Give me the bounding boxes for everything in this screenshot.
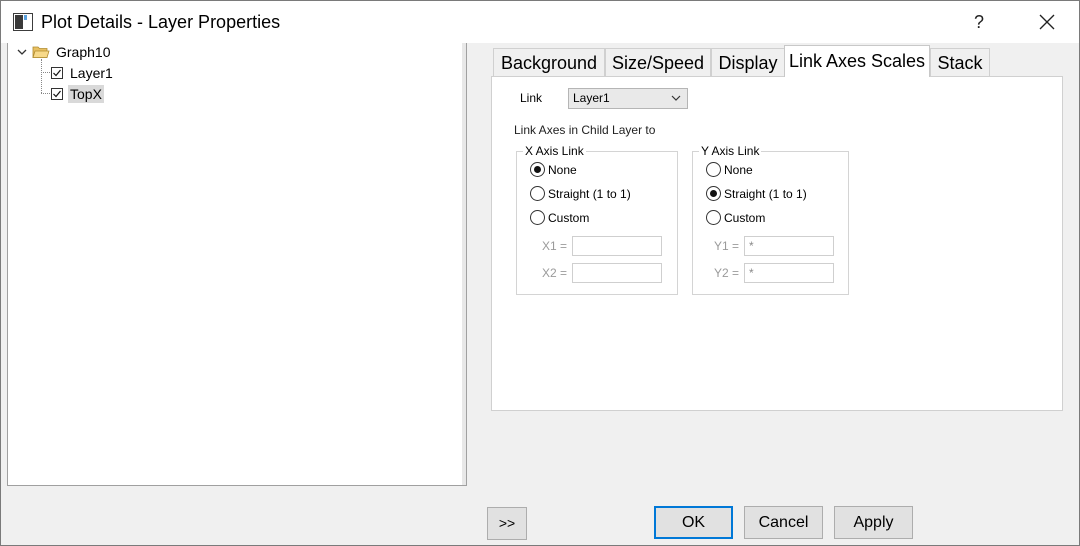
x-axis-none-radio[interactable]	[530, 162, 545, 177]
y1-label: Y1 =	[714, 239, 740, 253]
x-axis-straight-radio[interactable]	[530, 186, 545, 201]
y2-label: Y2 =	[714, 266, 740, 280]
y-axis-none-radio[interactable]	[706, 162, 721, 177]
x-axis-none-option[interactable]: None	[530, 162, 577, 177]
plot-details-window: Plot Details - Layer Properties ? Graph1…	[0, 0, 1080, 546]
y-axis-custom-option[interactable]: Custom	[706, 210, 765, 225]
x1-label: X1 =	[542, 239, 568, 253]
x2-field[interactable]	[572, 263, 662, 283]
tree-item-graph10[interactable]: Graph10	[16, 42, 112, 62]
x-axis-custom-label: Custom	[548, 210, 590, 225]
expand-button[interactable]: >>	[487, 507, 527, 540]
y-axis-none-label: None	[724, 162, 753, 177]
tree-scrollbar[interactable]	[462, 43, 466, 485]
y2-field[interactable]	[744, 263, 834, 283]
y-axis-none-option[interactable]: None	[706, 162, 753, 177]
apply-button[interactable]: Apply	[834, 506, 913, 539]
checkmark-icon	[53, 90, 61, 98]
tree-connector	[41, 72, 50, 73]
tab-size-speed[interactable]: Size/Speed	[605, 48, 711, 76]
link-layer-value: Layer1	[573, 91, 610, 105]
close-icon	[1039, 14, 1055, 30]
x-axis-straight-label: Straight (1 to 1)	[548, 186, 631, 201]
y-axis-straight-option[interactable]: Straight (1 to 1)	[706, 186, 807, 201]
help-button[interactable]: ?	[959, 5, 999, 39]
x-axis-link-group: X Axis Link None Straight (1 to 1) Custo…	[516, 144, 678, 295]
cancel-button[interactable]: Cancel	[744, 506, 823, 539]
chevron-down-icon	[671, 95, 681, 101]
tab-display[interactable]: Display	[711, 48, 785, 76]
tree-item-label: Graph10	[56, 44, 111, 60]
x-axis-none-label: None	[548, 162, 577, 177]
y-axis-link-title: Y Axis Link	[699, 144, 762, 158]
y1-field[interactable]	[744, 236, 834, 256]
tab-stack[interactable]: Stack	[930, 48, 990, 76]
x2-label: X2 =	[542, 266, 568, 280]
tree-connector	[41, 93, 50, 94]
y-axis-straight-label: Straight (1 to 1)	[724, 186, 807, 201]
link-axes-scales-page: Link Layer1 Link Axes in Child Layer to …	[491, 76, 1063, 411]
title-bar: Plot Details - Layer Properties ?	[1, 1, 1079, 43]
link-layer-dropdown[interactable]: Layer1	[568, 88, 688, 109]
close-button[interactable]	[1025, 5, 1069, 39]
tree-item-label: TopX	[68, 85, 104, 103]
x1-field[interactable]	[572, 236, 662, 256]
window-title: Plot Details - Layer Properties	[41, 12, 281, 32]
ok-button[interactable]: OK	[654, 506, 733, 539]
plot-details-app-icon	[13, 13, 33, 31]
y-axis-custom-label: Custom	[724, 210, 766, 225]
y-axis-straight-radio[interactable]	[706, 186, 721, 201]
y-axis-link-group: Y Axis Link None Straight (1 to 1) Custo…	[692, 144, 849, 295]
x-axis-straight-option[interactable]: Straight (1 to 1)	[530, 186, 631, 201]
topx-checkbox[interactable]	[51, 88, 63, 100]
tree-item-label: Layer1	[70, 65, 113, 81]
checkmark-icon	[53, 69, 61, 77]
layer1-checkbox[interactable]	[51, 67, 63, 79]
child-layer-link-label: Link Axes in Child Layer to	[514, 123, 656, 137]
tree-item-layer1[interactable]: Layer1	[51, 63, 115, 83]
x-axis-custom-option[interactable]: Custom	[530, 210, 589, 225]
y-axis-custom-radio[interactable]	[706, 210, 721, 225]
tab-background[interactable]: Background	[493, 48, 605, 76]
x-axis-link-title: X Axis Link	[523, 144, 586, 158]
link-label: Link	[520, 91, 543, 105]
tree-item-topx[interactable]: TopX	[51, 84, 104, 104]
tree-connector	[41, 59, 42, 93]
chevron-down-icon[interactable]	[16, 46, 28, 58]
folder-open-icon	[32, 46, 50, 58]
layer-tree-panel[interactable]: Graph10 Layer1 TopX	[7, 43, 467, 486]
x-axis-custom-radio[interactable]	[530, 210, 545, 225]
tab-link-axes-scales[interactable]: Link Axes Scales	[784, 45, 930, 77]
